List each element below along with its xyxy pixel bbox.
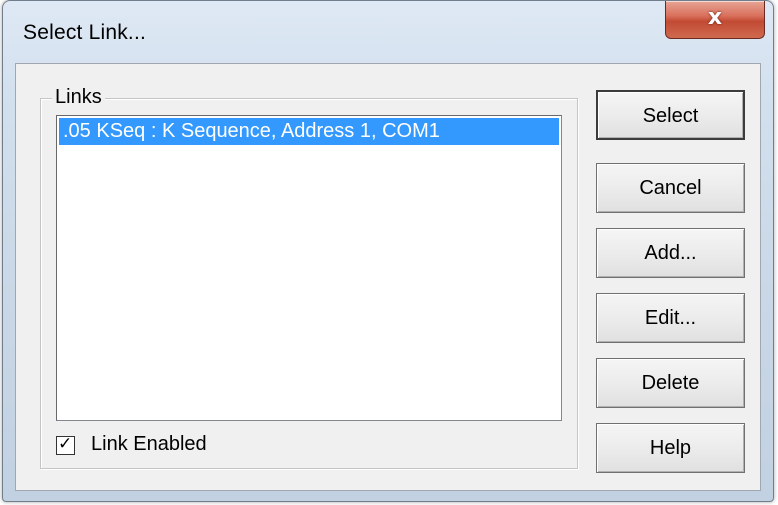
select-button[interactable]: Select [596,90,745,140]
window-title: Select Link... [23,21,147,44]
dialog-body: Links .05 KSeq : K Sequence, Address 1, … [15,63,761,491]
select-link-dialog: Select Link... x Links .05 KSeq : K Sequ… [2,0,774,502]
edit-button[interactable]: Edit... [596,293,745,343]
links-listbox[interactable]: .05 KSeq : K Sequence, Address 1, COM1 [56,115,562,421]
delete-button[interactable]: Delete [596,358,745,408]
list-item[interactable]: .05 KSeq : K Sequence, Address 1, COM1 [59,118,559,145]
close-button[interactable]: x [665,1,765,39]
title-bar[interactable]: Select Link... x [3,1,773,63]
link-enabled-label[interactable]: Link Enabled [91,433,207,456]
cancel-button[interactable]: Cancel [596,163,745,213]
help-button[interactable]: Help [596,423,745,473]
add-button[interactable]: Add... [596,228,745,278]
checkmark-icon: ✓ [58,434,73,454]
close-icon: x [707,5,723,30]
link-enabled-checkbox[interactable]: ✓ [56,434,75,455]
links-group-label: Links [52,86,105,109]
